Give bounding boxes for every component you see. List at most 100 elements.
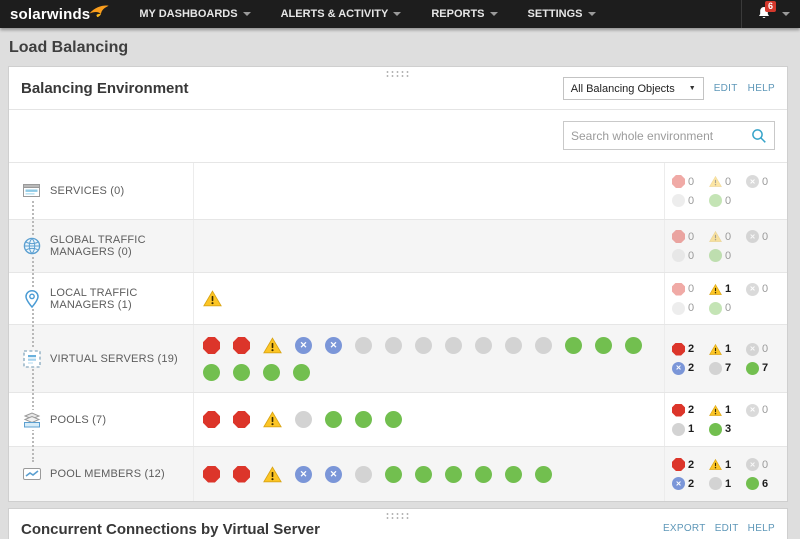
count-value: 0	[762, 343, 769, 355]
count-value: 0	[762, 404, 769, 416]
status-warning-icon[interactable]	[263, 465, 282, 484]
status-unknown-icon[interactable]	[475, 337, 492, 354]
global-traffic-managers-icon	[22, 236, 42, 256]
count-value: 2	[688, 362, 695, 374]
count-value: 7	[762, 362, 769, 374]
count-unknown: 0	[672, 301, 709, 315]
status-warning-icon[interactable]	[203, 289, 222, 308]
env-row-local-traffic-managers: LOCAL TRAFFIC MANAGERS (1) 0 1 ✕ 0 0 0	[9, 272, 787, 324]
count-value: 0	[725, 230, 732, 243]
help-link[interactable]: HELP	[748, 83, 775, 94]
status-unknown-icon[interactable]	[355, 337, 372, 354]
status-down-icon[interactable]	[233, 411, 250, 428]
nav-my-dashboards[interactable]: MY DASHBOARDS	[124, 0, 265, 28]
count-shutdown: ✕ 0	[746, 342, 783, 356]
drag-handle[interactable]	[385, 512, 411, 520]
count-value: 2	[688, 477, 695, 490]
status-unknown-icon[interactable]	[445, 337, 462, 354]
status-unknown-icon	[672, 422, 685, 436]
status-up-icon[interactable]	[385, 411, 402, 428]
status-up-icon[interactable]	[445, 465, 462, 483]
count-value: 2	[688, 458, 695, 471]
count-shutdown: ✕ 0	[746, 458, 783, 471]
status-up-icon[interactable]	[233, 364, 250, 381]
status-up-icon[interactable]	[595, 337, 612, 354]
status-up-icon[interactable]	[475, 465, 492, 483]
count-up: 0	[709, 194, 746, 207]
count-value: 0	[725, 175, 732, 188]
brand-text: solarwinds	[10, 5, 91, 23]
help-link[interactable]: HELP	[748, 523, 775, 539]
status-unknown-icon[interactable]	[535, 337, 552, 354]
solarwinds-logo[interactable]: solarwinds	[0, 6, 124, 23]
search-icon[interactable]	[751, 128, 767, 144]
status-unknown-icon[interactable]	[505, 337, 522, 354]
user-menu-caret-icon[interactable]	[782, 12, 790, 16]
status-up-icon[interactable]	[263, 364, 280, 381]
status-up-icon[interactable]	[385, 465, 402, 483]
status-unmanaged-icon[interactable]: ✕	[295, 465, 312, 483]
status-warning-icon[interactable]	[263, 336, 282, 355]
status-up-icon[interactable]	[565, 337, 582, 354]
status-unknown-icon[interactable]	[355, 465, 372, 483]
status-unmanaged-icon[interactable]: ✕	[325, 337, 342, 354]
count-value: 0	[688, 283, 695, 295]
status-unknown-icon[interactable]	[415, 337, 432, 354]
status-unknown-icon[interactable]	[385, 337, 402, 354]
row-label-virtual-servers[interactable]: VIRTUAL SERVERS (19)	[9, 325, 194, 392]
row-status-dots: ✕ ✕	[194, 325, 664, 392]
status-warning-icon[interactable]	[263, 410, 282, 429]
status-down-icon	[672, 282, 685, 296]
status-unmanaged-icon[interactable]: ✕	[325, 465, 342, 483]
count-unknown: 0	[672, 194, 709, 207]
edit-link[interactable]: EDIT	[715, 523, 739, 539]
status-down-icon[interactable]	[233, 465, 250, 483]
status-up-icon[interactable]	[535, 465, 552, 483]
export-link[interactable]: EXPORT	[663, 523, 706, 539]
status-up-icon[interactable]	[325, 411, 342, 428]
status-unmanaged-icon[interactable]: ✕	[295, 337, 312, 354]
row-label-pool-members[interactable]: POOL MEMBERS (12)	[9, 447, 194, 501]
count-value: 2	[688, 343, 695, 355]
row-label-services[interactable]: SERVICES (0)	[9, 163, 194, 219]
count-value: 0	[725, 302, 732, 314]
row-label-global-traffic-managers[interactable]: GLOBAL TRAFFIC MANAGERS (0)	[9, 220, 194, 272]
status-shutdown-icon: ✕	[746, 175, 759, 188]
row-label-local-traffic-managers[interactable]: LOCAL TRAFFIC MANAGERS (1)	[9, 273, 194, 324]
search-input[interactable]	[571, 128, 751, 143]
nav-reports[interactable]: REPORTS	[416, 0, 512, 28]
status-up-icon[interactable]	[415, 465, 432, 483]
nav-settings[interactable]: SETTINGS	[513, 0, 611, 28]
status-up-icon[interactable]	[625, 337, 642, 354]
row-label-text: POOL MEMBERS (12)	[50, 468, 165, 480]
status-up-icon[interactable]	[505, 465, 522, 483]
count-value: 0	[688, 175, 695, 188]
count-down: 2	[672, 458, 709, 471]
count-down: 2	[672, 342, 709, 356]
status-shutdown-icon: ✕	[746, 458, 759, 471]
count-value: 1	[725, 283, 732, 295]
count-value: 0	[688, 249, 695, 262]
status-up-icon[interactable]	[293, 364, 310, 381]
status-down-icon[interactable]	[233, 337, 250, 354]
row-label-text: SERVICES (0)	[50, 185, 125, 197]
edit-link[interactable]: EDIT	[714, 83, 738, 94]
balancing-objects-select[interactable]: All Balancing Objects ▼	[562, 77, 704, 100]
nav-alerts-activity-label: ALERTS & ACTIVITY	[280, 8, 389, 20]
notifications-bell-icon[interactable]: 6	[756, 1, 777, 23]
status-down-icon	[672, 458, 685, 471]
count-value: 0	[688, 302, 695, 314]
status-up-icon[interactable]	[355, 411, 372, 428]
status-down-icon[interactable]	[203, 337, 220, 354]
status-down-icon[interactable]	[203, 411, 220, 428]
nav-alerts-activity[interactable]: ALERTS & ACTIVITY	[266, 0, 417, 28]
status-down-icon[interactable]	[203, 465, 220, 483]
row-label-pools[interactable]: POOLS (7)	[9, 393, 194, 446]
drag-handle[interactable]	[385, 70, 411, 78]
count-warning: 0	[709, 175, 746, 188]
count-up: 3	[709, 422, 746, 436]
status-up-icon[interactable]	[203, 364, 220, 381]
status-shutdown-icon: ✕	[746, 230, 759, 243]
status-unknown-icon[interactable]	[295, 411, 312, 428]
count-warning: 0	[709, 230, 746, 243]
